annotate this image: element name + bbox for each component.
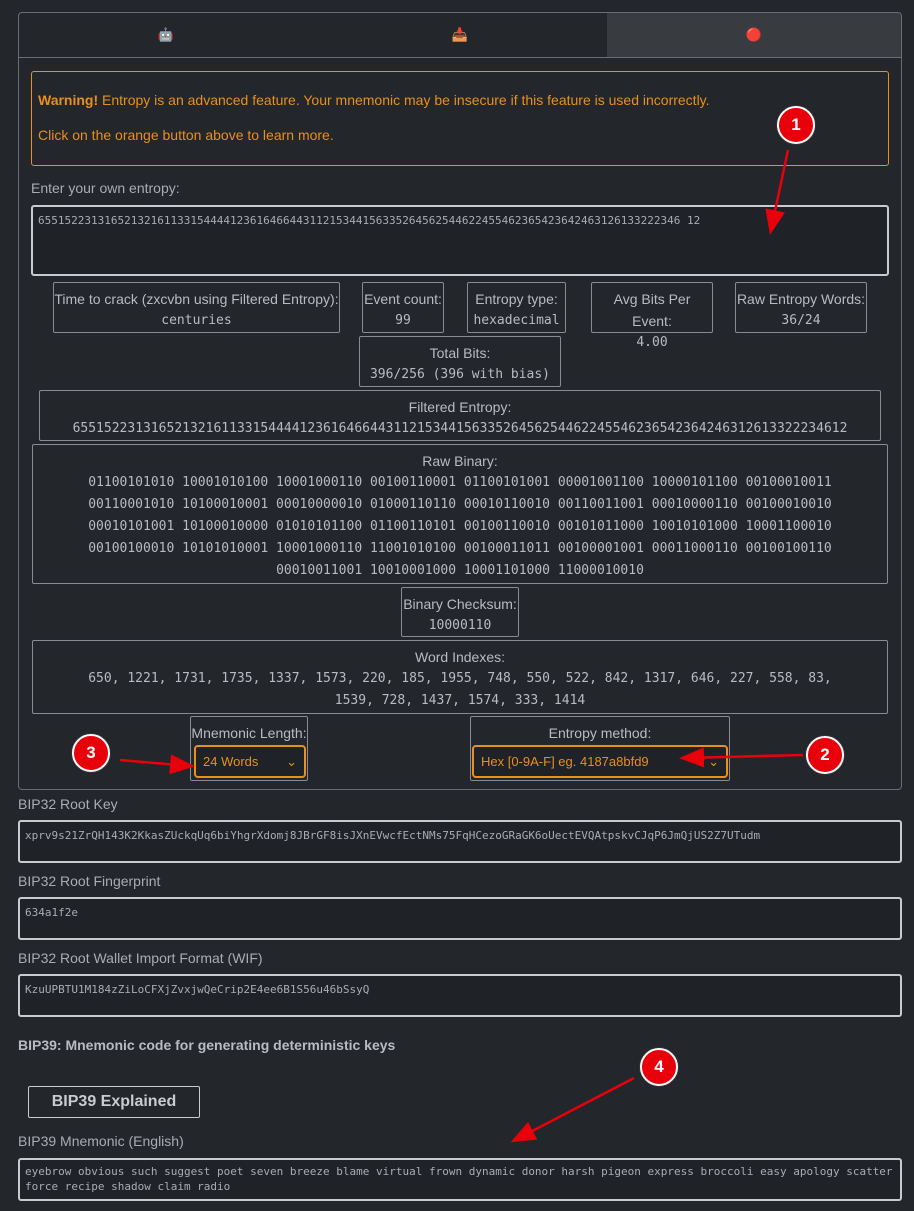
annotation-badge: 4 — [640, 1048, 678, 1086]
arrow-4 — [510, 1076, 635, 1143]
arrow-3 — [119, 754, 195, 775]
annotation-badge: 3 — [72, 734, 110, 772]
annotation-badge: 2 — [806, 736, 844, 774]
annotation-arrows — [119, 149, 804, 1143]
arrow-2 — [679, 747, 804, 768]
annotation-badge: 1 — [777, 106, 815, 144]
arrow-1 — [765, 149, 790, 235]
